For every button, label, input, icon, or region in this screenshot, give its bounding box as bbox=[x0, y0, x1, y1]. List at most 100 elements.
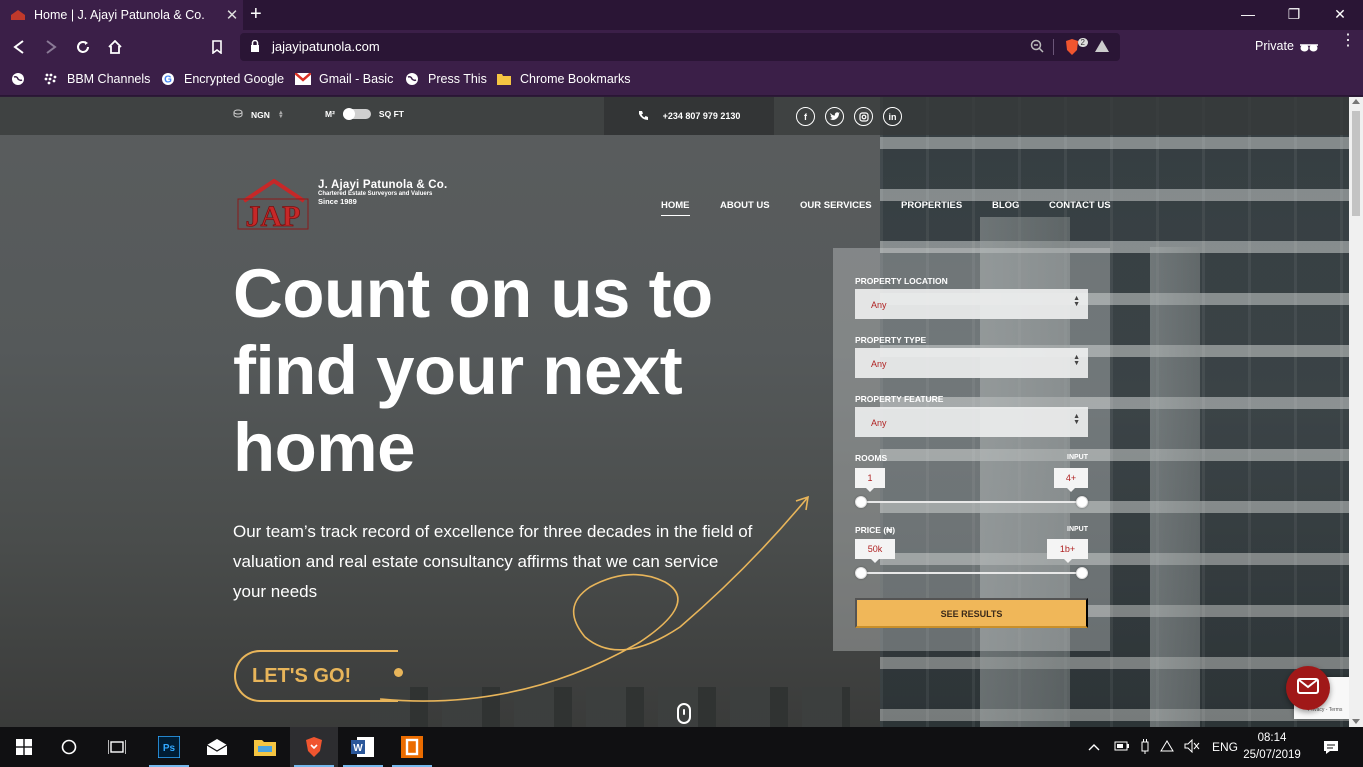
rooms-max-handle[interactable] bbox=[1076, 496, 1088, 508]
location-select[interactable]: Any ▲ ▼ bbox=[855, 289, 1088, 319]
scrollbar-thumb[interactable] bbox=[1352, 111, 1360, 216]
reload-icon[interactable] bbox=[73, 37, 93, 57]
social-links: f in bbox=[796, 107, 902, 126]
nav-blog[interactable]: BLOG bbox=[992, 200, 1019, 211]
coins-icon bbox=[233, 109, 243, 120]
contact-mail-button[interactable] bbox=[1286, 666, 1330, 710]
lock-icon bbox=[250, 39, 260, 58]
bookmark-label: Gmail - Basic bbox=[319, 72, 394, 86]
system-tray: ENG bbox=[1088, 727, 1238, 767]
svg-text:JAP: JAP bbox=[246, 200, 301, 231]
brave-browser-icon[interactable] bbox=[290, 727, 338, 767]
price-min-handle[interactable] bbox=[855, 567, 867, 579]
site-logo[interactable]: JAP J. Ajayi Patunola & Co. Chartered Es… bbox=[236, 178, 447, 236]
rooms-min-handle[interactable] bbox=[855, 496, 867, 508]
linkedin-icon[interactable]: in bbox=[883, 107, 902, 126]
scroll-down-icon[interactable] bbox=[677, 703, 691, 724]
url-text: jajayipatunola.com bbox=[272, 39, 380, 54]
brave-rewards-icon[interactable] bbox=[1094, 39, 1110, 58]
menu-icon[interactable]: ⋮ bbox=[1340, 33, 1356, 49]
lets-go-button[interactable]: LET'S GO! bbox=[234, 650, 398, 702]
address-bar[interactable]: jajayipatunola.com 2 bbox=[240, 33, 1120, 61]
hero-title-line: Count on us to bbox=[233, 255, 713, 332]
action-center-icon[interactable] bbox=[1307, 727, 1355, 767]
see-results-button[interactable]: SEE RESULTS bbox=[855, 598, 1088, 628]
window-close-icon[interactable]: ✕ bbox=[1317, 0, 1363, 30]
task-view-icon[interactable] bbox=[93, 727, 141, 767]
facebook-icon[interactable]: f bbox=[796, 107, 815, 126]
tray-expand-icon[interactable] bbox=[1088, 740, 1100, 754]
bookmark-gmail[interactable]: Gmail - Basic bbox=[295, 71, 393, 87]
rooms-min-value: 1 bbox=[855, 468, 885, 492]
hero-background-column bbox=[1150, 247, 1200, 727]
windows-start-icon[interactable] bbox=[0, 727, 48, 767]
browser-toolbar: jajayipatunola.com 2 Private ⋮ bbox=[0, 30, 1363, 64]
twitter-icon[interactable] bbox=[825, 107, 844, 126]
battery-icon[interactable] bbox=[1114, 740, 1130, 754]
browser-tab[interactable]: Home | J. Ajayi Patunola & Co. ✕ bbox=[0, 0, 243, 30]
hero-background-skyline bbox=[370, 687, 850, 727]
power-plug-icon[interactable] bbox=[1140, 738, 1150, 757]
minimize-icon[interactable]: — bbox=[1225, 0, 1271, 30]
currency-selector[interactable]: NGN ▲ ▼ bbox=[233, 109, 284, 120]
nav-about-us[interactable]: ABOUT US bbox=[720, 200, 770, 211]
nav-properties[interactable]: PROPERTIES bbox=[901, 200, 962, 211]
utility-bar: NGN ▲ ▼ M² SQ FT +234 807 979 2130 f in bbox=[0, 97, 1349, 135]
phone-contact[interactable]: +234 807 979 2130 bbox=[604, 97, 774, 135]
bookmark-label: BBM Channels bbox=[67, 72, 151, 86]
bookmark-label: Press This bbox=[428, 72, 487, 86]
location-value: Any bbox=[871, 300, 887, 310]
nav-our-services[interactable]: OUR SERVICES bbox=[800, 200, 872, 211]
bookmark-icon[interactable] bbox=[207, 37, 227, 57]
system-clock[interactable]: 08:14 25/07/2019 bbox=[1240, 730, 1304, 764]
bookmark-folder[interactable]: Chrome Bookmarks bbox=[496, 71, 630, 87]
new-tab-icon[interactable]: + bbox=[250, 3, 262, 26]
unit-switch[interactable]: M² SQ FT bbox=[325, 108, 404, 120]
google-icon: G bbox=[160, 71, 176, 87]
language-indicator[interactable]: ENG bbox=[1212, 740, 1238, 754]
gmail-icon bbox=[295, 71, 311, 87]
back-icon[interactable] bbox=[9, 37, 29, 57]
shields-count-badge: 2 bbox=[1077, 38, 1088, 47]
globe-icon bbox=[404, 71, 420, 87]
scroll-down-arrow-icon[interactable] bbox=[1352, 719, 1360, 724]
zoom-icon[interactable] bbox=[1030, 39, 1044, 58]
bookmark-google[interactable]: G Encrypted Google bbox=[160, 71, 284, 87]
feature-label: PROPERTY FEATURE bbox=[855, 394, 944, 404]
volume-muted-icon[interactable] bbox=[1184, 738, 1200, 756]
bookmark-apps[interactable] bbox=[10, 71, 34, 87]
nav-contact-us[interactable]: CONTACT US bbox=[1049, 200, 1111, 211]
file-explorer-icon[interactable] bbox=[241, 727, 289, 767]
price-max-value: 1b+ bbox=[1047, 539, 1088, 563]
private-label: Private bbox=[1255, 39, 1294, 53]
photoshop-icon[interactable]: Ps bbox=[145, 727, 193, 767]
bookmark-bbm[interactable]: BBM Channels bbox=[43, 71, 150, 87]
logo-text: J. Ajayi Patunola & Co. Chartered Estate… bbox=[318, 179, 447, 206]
page-scrollbar[interactable] bbox=[1349, 97, 1363, 727]
separator bbox=[1053, 39, 1054, 55]
restore-icon[interactable]: ❐ bbox=[1271, 0, 1317, 30]
search-circle-icon[interactable] bbox=[45, 727, 93, 767]
rooms-label: ROOMS bbox=[855, 453, 888, 463]
clock-date: 25/07/2019 bbox=[1243, 749, 1301, 761]
price-input-label[interactable]: INPUT bbox=[1067, 526, 1088, 533]
unit-toggle[interactable] bbox=[342, 108, 371, 120]
folder-icon bbox=[496, 71, 512, 87]
mail-app-icon[interactable] bbox=[193, 727, 241, 767]
instagram-icon[interactable] bbox=[854, 107, 873, 126]
scroll-up-icon[interactable] bbox=[1352, 99, 1360, 104]
type-select[interactable]: Any ▲ ▼ bbox=[855, 348, 1088, 378]
forward-icon[interactable] bbox=[41, 37, 61, 57]
network-icon[interactable] bbox=[1160, 739, 1174, 756]
location-label: PROPERTY LOCATION bbox=[855, 276, 948, 286]
nav-home[interactable]: HOME bbox=[661, 200, 690, 216]
price-max-handle[interactable] bbox=[1076, 567, 1088, 579]
rooms-input-label[interactable]: INPUT bbox=[1067, 454, 1088, 461]
word-icon[interactable]: W bbox=[339, 727, 387, 767]
office-icon[interactable] bbox=[388, 727, 436, 767]
mail-icon bbox=[1297, 677, 1319, 699]
home-icon[interactable] bbox=[105, 37, 125, 57]
tab-close-icon[interactable]: ✕ bbox=[221, 6, 243, 24]
feature-select[interactable]: Any ▲ ▼ bbox=[855, 407, 1088, 437]
bookmark-press-this[interactable]: Press This bbox=[404, 71, 487, 87]
